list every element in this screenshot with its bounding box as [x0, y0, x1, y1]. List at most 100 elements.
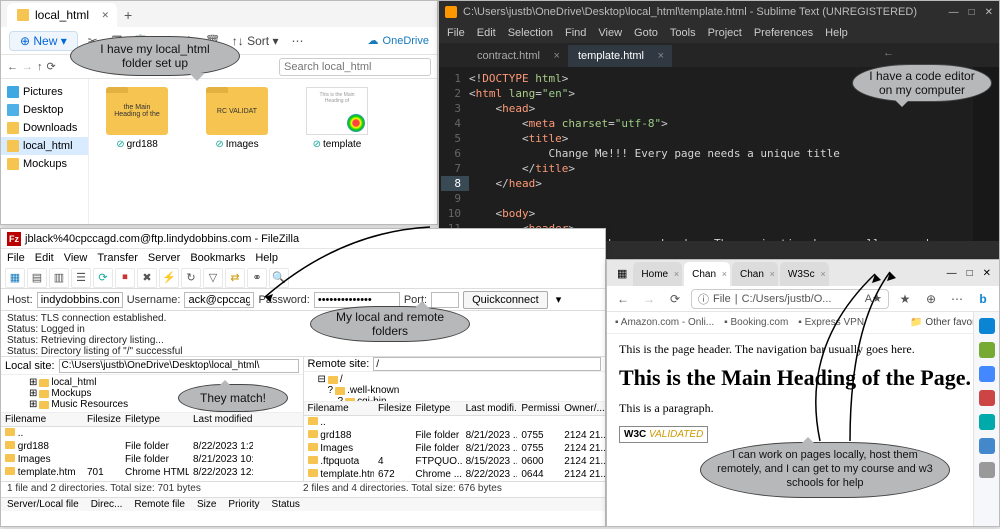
- list-item[interactable]: grd188File folder8/22/2023 1:21...: [1, 440, 303, 453]
- disconnect-icon[interactable]: ⚡: [159, 268, 179, 288]
- menu-item[interactable]: File: [447, 27, 465, 39]
- sidebar-outlook-icon[interactable]: [979, 438, 995, 454]
- sidebar-games-icon[interactable]: [979, 390, 995, 406]
- refresh-icon[interactable]: ⟳: [47, 60, 56, 73]
- browser-tab[interactable]: Chan: [732, 262, 778, 286]
- menu-item[interactable]: Help: [825, 27, 848, 39]
- browser-tab[interactable]: Home: [633, 262, 682, 286]
- onedrive-status[interactable]: ☁ OneDrive: [368, 34, 429, 47]
- menu-item[interactable]: Bookmarks: [190, 252, 245, 264]
- remote-list-header[interactable]: FilenameFilesizeFiletypeLast modifi...Pe…: [304, 402, 606, 416]
- process-queue-icon[interactable]: ⏹: [115, 268, 135, 288]
- menu-item[interactable]: Server: [148, 252, 180, 264]
- remote-file-list[interactable]: .. grd188File folder8/21/2023 ...0755212…: [304, 416, 606, 481]
- menu-item[interactable]: View: [64, 252, 88, 264]
- menu-item[interactable]: Edit: [477, 27, 496, 39]
- menu-item[interactable]: View: [598, 27, 622, 39]
- list-item[interactable]: .ftpquota4FTPQUO...8/15/2023 ...06002124…: [304, 455, 606, 468]
- explorer-new-tab[interactable]: +: [117, 3, 139, 27]
- queue-header[interactable]: Server/Local fileDirec...Remote fileSize…: [1, 497, 605, 511]
- nav-back-icon[interactable]: ←: [7, 61, 18, 73]
- copilot-icon[interactable]: b: [973, 289, 993, 309]
- menu-item[interactable]: Preferences: [754, 27, 813, 39]
- site-manager-icon[interactable]: ▦: [5, 268, 25, 288]
- browser-tab[interactable]: W3Sc: [780, 262, 829, 286]
- new-button[interactable]: ⊕ New ▾: [9, 31, 78, 51]
- menu-item[interactable]: Selection: [508, 27, 553, 39]
- menu-item[interactable]: File: [7, 252, 25, 264]
- username-input[interactable]: [184, 292, 254, 308]
- tab-actions-icon[interactable]: ▦: [611, 267, 633, 280]
- local-file-list[interactable]: .. grd188File folder8/22/2023 1:21... Im…: [1, 427, 303, 479]
- menu-item[interactable]: Project: [708, 27, 742, 39]
- close-icon[interactable]: ✕: [985, 7, 993, 18]
- compare-icon[interactable]: ⇄: [225, 268, 245, 288]
- local-site-input[interactable]: [59, 359, 299, 373]
- quickconnect-button[interactable]: Quickconnect: [463, 291, 548, 309]
- sidebar-tools-icon[interactable]: [979, 366, 995, 382]
- log-pane[interactable]: Status: TLS connection established.Statu…: [1, 311, 605, 357]
- more-icon[interactable]: ⋯: [288, 32, 306, 50]
- remote-tree[interactable]: ⊟ /? .well-known? cgi-bin: [304, 372, 606, 402]
- folder-item[interactable]: This is the Main Heading of⊘template: [301, 87, 373, 150]
- browser-tab[interactable]: Chan: [684, 262, 730, 286]
- menu-item[interactable]: Find: [565, 27, 586, 39]
- forward-icon[interactable]: →: [639, 289, 659, 309]
- sidebar-m365-icon[interactable]: [979, 414, 995, 430]
- editor-tab[interactable]: template.html: [568, 45, 672, 67]
- menu-item[interactable]: Transfer: [97, 252, 138, 264]
- host-input[interactable]: [37, 292, 123, 308]
- sidebar-item[interactable]: Desktop: [1, 101, 88, 119]
- back-icon[interactable]: ←: [613, 289, 633, 309]
- sidebar-search-icon[interactable]: [979, 318, 995, 334]
- extensions-icon[interactable]: ⊕: [921, 289, 941, 309]
- bookmark-item[interactable]: ▪ Amazon.com - Onli...: [615, 317, 714, 328]
- explorer-content[interactable]: the Main Heading of the⊘grd188 RC VALIDAT…: [89, 79, 437, 224]
- refresh-icon[interactable]: ⟳: [93, 268, 113, 288]
- sidebar-item[interactable]: Mockups: [1, 155, 88, 173]
- quickconnect-dropdown-icon[interactable]: ▾: [552, 293, 566, 306]
- list-item[interactable]: grd188File folder8/21/2023 ...07552124 2…: [304, 429, 606, 442]
- toggle-queue-icon[interactable]: ☰: [71, 268, 91, 288]
- search-input[interactable]: [279, 58, 431, 76]
- nav-up-icon[interactable]: ↑: [37, 61, 43, 73]
- maximize-icon[interactable]: □: [969, 7, 975, 18]
- menu-item[interactable]: Help: [255, 252, 278, 264]
- explorer-tab[interactable]: local_html: [7, 3, 117, 27]
- sidebar-item[interactable]: Downloads: [1, 119, 88, 137]
- folder-item[interactable]: the Main Heading of the⊘grd188: [101, 87, 173, 150]
- url-input[interactable]: ⓘ File | C:/Users/justb/O... A★: [691, 289, 889, 309]
- reconnect-icon[interactable]: ↻: [181, 268, 201, 288]
- toggle-tree-icon[interactable]: ▥: [49, 268, 69, 288]
- sidebar-shopping-icon[interactable]: [979, 342, 995, 358]
- close-icon[interactable]: ✕: [983, 268, 991, 279]
- nav-fwd-icon[interactable]: →: [22, 61, 33, 73]
- refresh-icon[interactable]: ⟳: [665, 289, 685, 309]
- menu-icon[interactable]: ⋯: [947, 289, 967, 309]
- list-item[interactable]: ..: [1, 427, 303, 440]
- menu-item[interactable]: Edit: [35, 252, 54, 264]
- sync-icon[interactable]: ⚭: [247, 268, 267, 288]
- port-input[interactable]: [431, 292, 459, 308]
- menu-item[interactable]: Goto: [634, 27, 658, 39]
- bookmark-item[interactable]: ▪ Express VPN: [798, 317, 864, 328]
- filter-icon[interactable]: ▽: [203, 268, 223, 288]
- minimize-icon[interactable]: —: [949, 7, 959, 18]
- list-item[interactable]: template.htm701Chrome HTML...8/22/2023 1…: [1, 466, 303, 479]
- favorites-icon[interactable]: ★: [895, 289, 915, 309]
- list-item[interactable]: ImagesFile folder8/21/2023 10:51...: [1, 453, 303, 466]
- sort-button[interactable]: ↑↓ Sort ▾: [228, 34, 283, 48]
- maximize-icon[interactable]: □: [967, 268, 973, 279]
- sidebar-more-icon[interactable]: [979, 462, 995, 478]
- folder-item[interactable]: RC VALIDAT⊘Images: [201, 87, 273, 150]
- toggle-log-icon[interactable]: ▤: [27, 268, 47, 288]
- bookmark-item[interactable]: ▪ Booking.com: [724, 317, 788, 328]
- local-list-header[interactable]: FilenameFilesizeFiletypeLast modified: [1, 413, 303, 427]
- sidebar-item[interactable]: Pictures: [1, 83, 88, 101]
- menu-item[interactable]: Tools: [670, 27, 696, 39]
- cancel-icon[interactable]: ✖: [137, 268, 157, 288]
- remote-site-input[interactable]: [373, 357, 601, 371]
- w3c-badge[interactable]: W3C VALIDATED: [619, 426, 708, 443]
- minimize-icon[interactable]: —: [947, 268, 957, 279]
- sidebar-item[interactable]: local_html: [1, 137, 88, 155]
